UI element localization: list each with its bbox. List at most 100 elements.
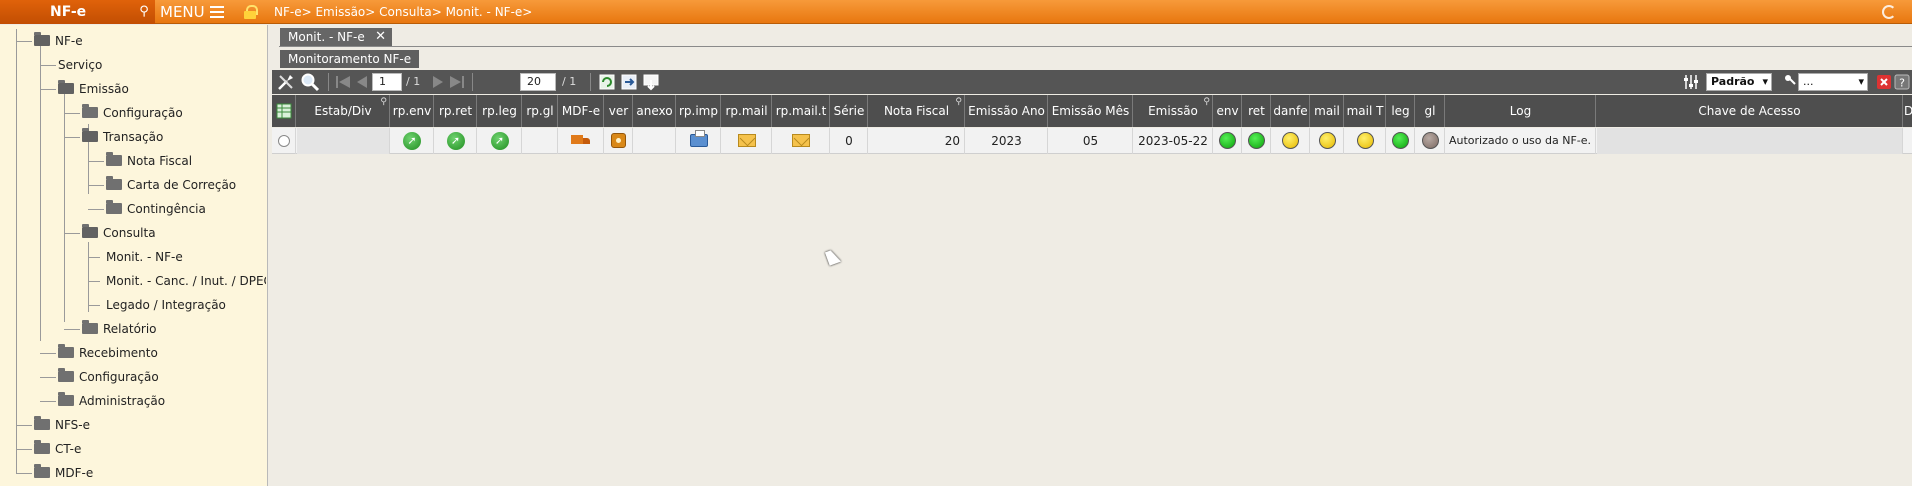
column-env[interactable]: env bbox=[1214, 95, 1242, 127]
next-page-icon[interactable] bbox=[430, 72, 446, 92]
column-rp-env[interactable]: rp.env bbox=[391, 95, 434, 127]
sidebar-item-monit-nfe[interactable]: Monit. - NF-e bbox=[106, 246, 183, 268]
sidebar-item-emissao[interactable]: Emissão bbox=[58, 78, 129, 100]
tab-monit-nfe[interactable]: Monit. - NF-e ✕ bbox=[280, 28, 392, 46]
column-nota-fiscal[interactable]: Nota Fiscal ⚲ bbox=[869, 95, 965, 127]
view-gear-icon[interactable] bbox=[611, 133, 626, 148]
column-mdfe[interactable]: MDF-e bbox=[559, 95, 604, 127]
sidebar-item-cte[interactable]: CT-e bbox=[34, 438, 81, 460]
column-settings-icon[interactable] bbox=[1682, 72, 1700, 92]
cell-rp-imp[interactable] bbox=[677, 128, 721, 154]
column-chave-acesso[interactable]: Chave de Acesso bbox=[1597, 95, 1903, 127]
column-rp-mail[interactable]: rp.mail bbox=[722, 95, 772, 127]
cell-ret bbox=[1243, 128, 1271, 154]
lock-icon[interactable] bbox=[244, 5, 258, 19]
column-label: Série bbox=[833, 104, 865, 118]
breadcrumb: NF-e> Emissão> Consulta> Monit. - NF-e> bbox=[274, 5, 533, 19]
sidebar-item-servico[interactable]: Serviço bbox=[58, 54, 102, 76]
pin-icon[interactable]: ⚲ bbox=[136, 3, 152, 21]
envelope-icon[interactable] bbox=[737, 134, 756, 147]
printer-icon[interactable] bbox=[689, 130, 708, 147]
column-rp-leg[interactable]: rp.leg bbox=[478, 95, 522, 127]
sidebar-item-recebimento[interactable]: Recebimento bbox=[58, 342, 158, 364]
column-leg[interactable]: leg bbox=[1387, 95, 1415, 127]
cell-danfe bbox=[1272, 128, 1310, 154]
column-ver[interactable]: ver bbox=[605, 95, 633, 127]
resend-icon[interactable] bbox=[446, 132, 465, 150]
sidebar-item-relatorio[interactable]: Relatório bbox=[82, 318, 157, 340]
cell-rp-env[interactable] bbox=[391, 128, 434, 154]
sidebar-item-configuracao-2[interactable]: Configuração bbox=[58, 366, 159, 388]
sidebar-item-nfe[interactable]: NF-e bbox=[34, 30, 83, 52]
cell-ver[interactable] bbox=[605, 128, 633, 154]
resend-icon[interactable] bbox=[403, 132, 421, 150]
menu-button[interactable]: MENU bbox=[160, 0, 228, 24]
envelope-icon[interactable] bbox=[792, 134, 810, 147]
column-d[interactable]: D bbox=[1904, 95, 1912, 127]
column-anexo[interactable]: anexo bbox=[634, 95, 676, 127]
truck-icon[interactable] bbox=[571, 134, 591, 147]
cell-rp-mail-t[interactable] bbox=[773, 128, 830, 154]
column-rp-gl[interactable]: rp.gl bbox=[523, 95, 558, 127]
row-select-cell[interactable] bbox=[272, 128, 296, 154]
sidebar-item-configuracao[interactable]: Configuração bbox=[82, 102, 183, 124]
sidebar-item-administracao[interactable]: Administração bbox=[58, 390, 165, 412]
cell-rp-ret[interactable] bbox=[435, 128, 477, 154]
last-page-icon[interactable] bbox=[448, 72, 466, 92]
download-icon[interactable] bbox=[642, 72, 660, 92]
column-label: Estab/Div bbox=[314, 104, 372, 118]
column-label: rp.ret bbox=[438, 104, 473, 118]
export-icon[interactable] bbox=[620, 72, 638, 92]
page-number-input[interactable]: 1 bbox=[372, 73, 402, 91]
sidebar-item-mdfe[interactable]: MDF-e bbox=[34, 462, 93, 484]
column-log[interactable]: Log bbox=[1446, 95, 1596, 127]
sidebar-item-consulta[interactable]: Consulta bbox=[82, 222, 156, 244]
grid-toolbar: 1 / 1 20 / 1 Padrão ... ? bbox=[272, 70, 1912, 94]
previous-page-icon[interactable] bbox=[354, 72, 370, 92]
table-row[interactable]: 0 20 2023 05 2023-05-22 Autorizado o uso… bbox=[272, 128, 1912, 154]
sidebar-item-transacao[interactable]: Transação bbox=[82, 126, 163, 148]
sidebar-item-carta-correcao[interactable]: Carta de Correção bbox=[106, 174, 236, 196]
search-icon[interactable] bbox=[300, 72, 320, 92]
close-icon[interactable]: ✕ bbox=[375, 28, 386, 46]
clear-filter-icon[interactable] bbox=[1876, 72, 1892, 92]
filter-select[interactable]: ... bbox=[1798, 73, 1868, 91]
column-rp-ret[interactable]: rp.ret bbox=[435, 95, 477, 127]
first-page-icon[interactable] bbox=[334, 72, 352, 92]
help-icon[interactable]: ? bbox=[1894, 72, 1910, 92]
page-size-input[interactable]: 20 bbox=[520, 73, 556, 91]
column-rp-mail-t[interactable]: rp.mail.t bbox=[773, 95, 830, 127]
column-label: Emissão Mês bbox=[1051, 104, 1130, 118]
cell-rp-mail[interactable] bbox=[722, 128, 772, 154]
tree-line bbox=[16, 449, 32, 450]
column-rp-imp[interactable]: rp.imp bbox=[677, 95, 721, 127]
column-emissao-ano[interactable]: Emissão Ano bbox=[966, 95, 1048, 127]
column-emissao-mes[interactable]: Emissão Mês bbox=[1049, 95, 1133, 127]
cell-serie: 0 bbox=[831, 128, 868, 154]
refresh-icon[interactable] bbox=[598, 72, 616, 92]
column-gl[interactable]: gl bbox=[1416, 95, 1445, 127]
view-select[interactable]: Padrão bbox=[1706, 73, 1772, 91]
column-ret[interactable]: ret bbox=[1243, 95, 1271, 127]
column-danfe[interactable]: danfe bbox=[1272, 95, 1310, 127]
select-all-column[interactable] bbox=[272, 95, 296, 127]
column-label: ver bbox=[608, 104, 629, 118]
column-label: Log bbox=[1509, 104, 1532, 118]
column-estab-div[interactable]: Estab/Div ⚲ bbox=[297, 95, 390, 127]
sidebar-item-monit-canc[interactable]: Monit. - Canc. / Inut. / DPEC / bbox=[106, 270, 266, 292]
column-emissao[interactable]: Emissão ⚲ bbox=[1134, 95, 1213, 127]
tools-icon[interactable] bbox=[276, 72, 296, 92]
column-serie[interactable]: Série bbox=[831, 95, 868, 127]
sidebar-item-legado[interactable]: Legado / Integração bbox=[106, 294, 226, 316]
sidebar-item-contingencia[interactable]: Contingência bbox=[106, 198, 206, 220]
row-select-radio[interactable] bbox=[277, 135, 290, 147]
resend-icon[interactable] bbox=[490, 132, 509, 150]
column-mail-t[interactable]: mail T bbox=[1345, 95, 1386, 127]
sidebar-item-label: Recebimento bbox=[79, 346, 158, 360]
sidebar-item-nota-fiscal[interactable]: Nota Fiscal bbox=[106, 150, 192, 172]
cell-rp-leg[interactable] bbox=[478, 128, 522, 154]
sidebar-item-nfse[interactable]: NFS-e bbox=[34, 414, 90, 436]
column-label: rp.leg bbox=[482, 104, 517, 118]
cell-mdfe[interactable] bbox=[559, 128, 604, 154]
column-mail[interactable]: mail bbox=[1311, 95, 1344, 127]
